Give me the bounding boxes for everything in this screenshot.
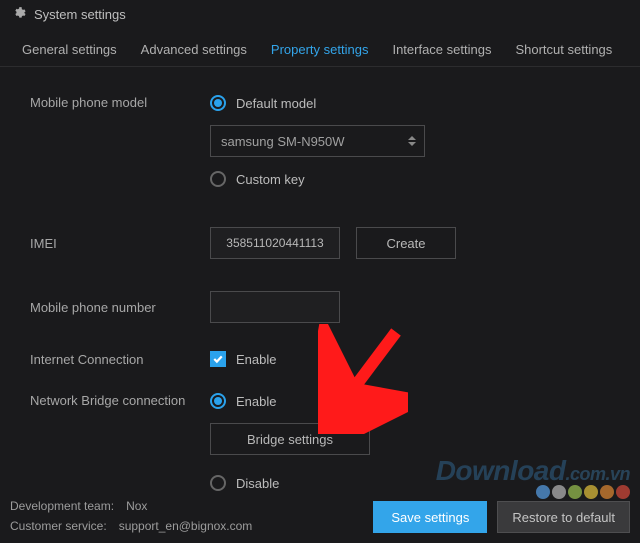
model-label: Mobile phone model [30, 95, 210, 110]
bridge-label: Network Bridge connection [30, 393, 210, 408]
imei-create-button[interactable]: Create [356, 227, 456, 259]
tab-general[interactable]: General settings [10, 35, 129, 66]
customer-service-label: Customer service: [10, 519, 107, 533]
content: Mobile phone model Default model samsung… [0, 67, 640, 491]
gear-icon [12, 6, 26, 23]
window-title: System settings [34, 7, 126, 22]
internet-enable-label: Enable [236, 352, 276, 367]
tab-shortcut[interactable]: Shortcut settings [503, 35, 624, 66]
window-titlebar: System settings [0, 0, 640, 29]
imei-label: IMEI [30, 236, 210, 251]
model-custom-label: Custom key [236, 172, 305, 187]
bridge-disable-label: Disable [236, 476, 279, 491]
save-button[interactable]: Save settings [373, 501, 487, 533]
restore-button[interactable]: Restore to default [497, 501, 630, 533]
bridge-disable-radio[interactable] [210, 475, 226, 491]
bridge-settings-button[interactable]: Bridge settings [210, 423, 370, 455]
tab-property[interactable]: Property settings [259, 35, 381, 66]
customer-service-value: support_en@bignox.com [119, 519, 253, 533]
dev-team-label: Development team: [10, 499, 114, 513]
internet-label: Internet Connection [30, 352, 210, 367]
model-select-value: samsung SM-N950W [221, 134, 345, 149]
tab-interface[interactable]: Interface settings [380, 35, 503, 66]
phone-input[interactable] [210, 291, 340, 323]
tabs: General settings Advanced settings Prope… [0, 29, 640, 67]
tab-advanced[interactable]: Advanced settings [129, 35, 259, 66]
updown-icon [408, 136, 416, 146]
footer: Development team: Nox Customer service: … [0, 493, 640, 543]
dev-team-value: Nox [126, 499, 147, 513]
model-custom-radio[interactable] [210, 171, 226, 187]
imei-input[interactable] [210, 227, 340, 259]
model-default-label: Default model [236, 96, 316, 111]
model-default-radio[interactable] [210, 95, 226, 111]
model-select[interactable]: samsung SM-N950W [210, 125, 425, 157]
phone-label: Mobile phone number [30, 300, 210, 315]
bridge-enable-radio[interactable] [210, 393, 226, 409]
bridge-enable-label: Enable [236, 394, 276, 409]
internet-enable-checkbox[interactable] [210, 351, 226, 367]
